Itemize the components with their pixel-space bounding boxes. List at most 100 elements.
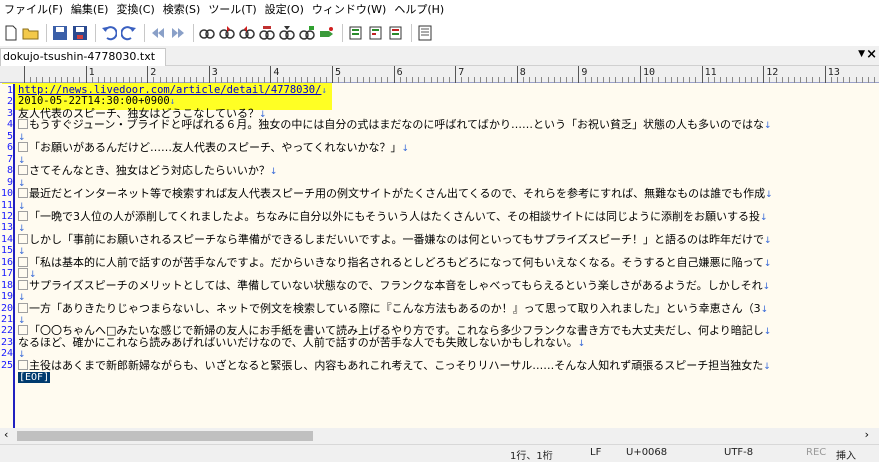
menu-edit[interactable]: 編集(E) (67, 0, 113, 20)
save-icon[interactable] (51, 24, 69, 42)
line-number: 17 (0, 268, 13, 280)
line-content: 2010-05-22T14:30:00+0900 (18, 95, 170, 108)
text-editor[interactable]: 1 2 3 4 5 6 7 8 9 10 11 12 13 1 http://news.livedoor.… (0, 66, 879, 428)
ruler-minor-tick (596, 77, 598, 83)
toolbar-separator (411, 24, 412, 42)
ruler-minor-tick (553, 77, 555, 83)
search-prev-icon[interactable] (238, 24, 256, 42)
redo-icon[interactable] (120, 24, 138, 42)
scroll-thumb[interactable] (17, 431, 313, 441)
outline-icon[interactable] (416, 24, 434, 42)
ruler-minor-tick (375, 77, 377, 83)
tab-dropdown-icon[interactable]: ▼ (858, 49, 865, 59)
ruler-minor-tick (399, 77, 401, 83)
bookmark-set-icon[interactable] (347, 24, 365, 42)
ruler-minor-tick (830, 77, 832, 83)
ruler-minor-tick (307, 77, 309, 83)
scroll-right-icon[interactable]: › (865, 428, 869, 441)
line-text: 主役はあくまで新郎新婦ながらも、いざとなると緊張し、内容もあれこれ考えて、こっそ… (18, 359, 771, 373)
ruler-minor-tick (368, 77, 370, 83)
fullwidth-space-marker (18, 325, 28, 336)
line-content: さてそんなとき、独女はどう対応したらいいか？ (29, 164, 270, 178)
text-line: 12 「一晩で3人位の人が添削してくれましたよ。ちなみに自分以外にもそういう人はた… (0, 209, 879, 223)
ruler-major-tick (763, 66, 765, 83)
ruler-minor-tick (30, 77, 32, 83)
ruler-minor-tick (116, 77, 118, 83)
line-content: サプライズスピーチのメリットとしては、準備していない状態なので、フランクな本音を… (29, 278, 763, 292)
ruler-minor-tick (449, 77, 451, 83)
ruler-minor-tick (178, 77, 179, 83)
ruler-major-tick (24, 66, 25, 83)
tab-document[interactable]: dokujo-tsushin-4778030.txt (0, 48, 167, 66)
fullwidth-space-marker (18, 359, 28, 370)
tag-jump-icon[interactable] (318, 24, 336, 42)
line-content: 最近だとインターネット等で検索すれば友人代表スピーチ用の例文サイトがたくさん出て… (29, 187, 766, 201)
ruler-minor-tick (196, 77, 198, 83)
text-line: 4 もうすぐジューン・ブライドと呼ばれる６月。独女の中には自分の式はまだなのに呼ば… (0, 119, 879, 131)
grep-icon[interactable] (278, 24, 296, 42)
ruler-minor-tick (676, 77, 678, 83)
newline-type: LF (590, 447, 602, 458)
close-icon[interactable]: × (866, 47, 877, 63)
menu-help[interactable]: ヘルプ(H) (390, 0, 448, 20)
ruler-minor-tick (418, 77, 420, 83)
ruler-minor-tick (424, 77, 426, 83)
text-line: 10 最近だとインターネット等で検索すれば友人代表スピーチ用の例文サイトがたくさん… (0, 187, 879, 201)
open-file-icon[interactable] (22, 24, 40, 42)
menu-window[interactable]: ウィンドウ(W) (308, 0, 390, 20)
search-icon[interactable] (198, 24, 216, 42)
line-number: 5 (6, 130, 13, 142)
replace-icon[interactable] (258, 24, 276, 42)
fullwidth-space-marker (18, 165, 28, 176)
ruler-minor-tick (325, 77, 327, 83)
compare-icon[interactable] (298, 24, 316, 42)
menu-file[interactable]: ファイル(F) (0, 0, 67, 20)
menu-tools[interactable]: ツール(T) (204, 0, 260, 20)
column-ruler: 1 2 3 4 5 6 7 8 9 10 11 12 13 (0, 66, 879, 83)
ruler-minor-tick (486, 77, 487, 83)
horizontal-scrollbar[interactable]: ‹ › (0, 428, 879, 444)
ruler-minor-tick (590, 77, 592, 83)
line-content: 「お願いがあるんだけど……友人代表のスピーチ、やってくれないかな？」 (29, 141, 402, 155)
ruler-minor-tick (609, 77, 611, 83)
ruler-minor-tick (744, 77, 746, 83)
ruler-minor-tick (288, 77, 290, 83)
ruler-major-tick (332, 66, 333, 83)
url-link[interactable]: http://news.livedoor.com/article/detail/… (18, 84, 321, 96)
ruler-minor-tick (861, 77, 863, 83)
scroll-left-icon[interactable]: ‹ (4, 428, 8, 441)
search-next-icon[interactable] (218, 24, 236, 42)
ruler-major-tick (270, 66, 272, 83)
ruler-minor-tick (633, 77, 635, 83)
save-all-icon[interactable] (71, 24, 89, 42)
ruler-minor-tick (67, 77, 69, 83)
menu-convert[interactable]: 変換(C) (112, 0, 158, 20)
line-number: 2 (6, 96, 13, 108)
menu-settings[interactable]: 設定(O) (261, 0, 308, 20)
ruler-minor-tick (707, 77, 709, 83)
undo-icon[interactable] (100, 24, 118, 42)
newline-marker-icon: ↓ (763, 361, 771, 372)
ruler-minor-tick (73, 77, 75, 83)
ruler-minor-tick (110, 77, 112, 83)
fullwidth-space-marker (18, 256, 28, 267)
ruler-minor-tick (689, 77, 691, 83)
text-line: 25 主役はあくまで新郎新婦ながらも、いざとなると緊張し、内容もあれこれ考えて、こ… (0, 359, 879, 373)
ruler-minor-tick (664, 77, 666, 83)
ruler-minor-tick (387, 77, 389, 83)
ruler-minor-tick (221, 77, 223, 83)
line-content: 「一晩で3人位の人が添削してくれましたよ。ちなみに自分以外にもそういう人はたくさ… (29, 209, 761, 223)
new-file-icon[interactable] (2, 24, 20, 42)
forward-icon[interactable] (169, 24, 187, 42)
ruler-minor-tick (713, 77, 715, 83)
menu-bar: ファイル(F) 編集(E) 変換(C) 検索(S) ツール(T) 設定(O) ウ… (0, 0, 879, 20)
back-icon[interactable] (149, 24, 167, 42)
ruler-minor-tick (794, 77, 795, 83)
menu-search[interactable]: 検索(S) (159, 0, 205, 20)
ruler-minor-tick (295, 77, 297, 83)
bookmark-next-icon[interactable] (367, 24, 385, 42)
ruler-minor-tick (720, 77, 722, 83)
line-content: しかし「事前にお願いされるスピーチなら準備ができるしまだいいですよ。一番嫌なのは… (29, 232, 765, 246)
ruler-minor-tick (91, 77, 93, 83)
bookmark-list-icon[interactable] (387, 24, 405, 42)
